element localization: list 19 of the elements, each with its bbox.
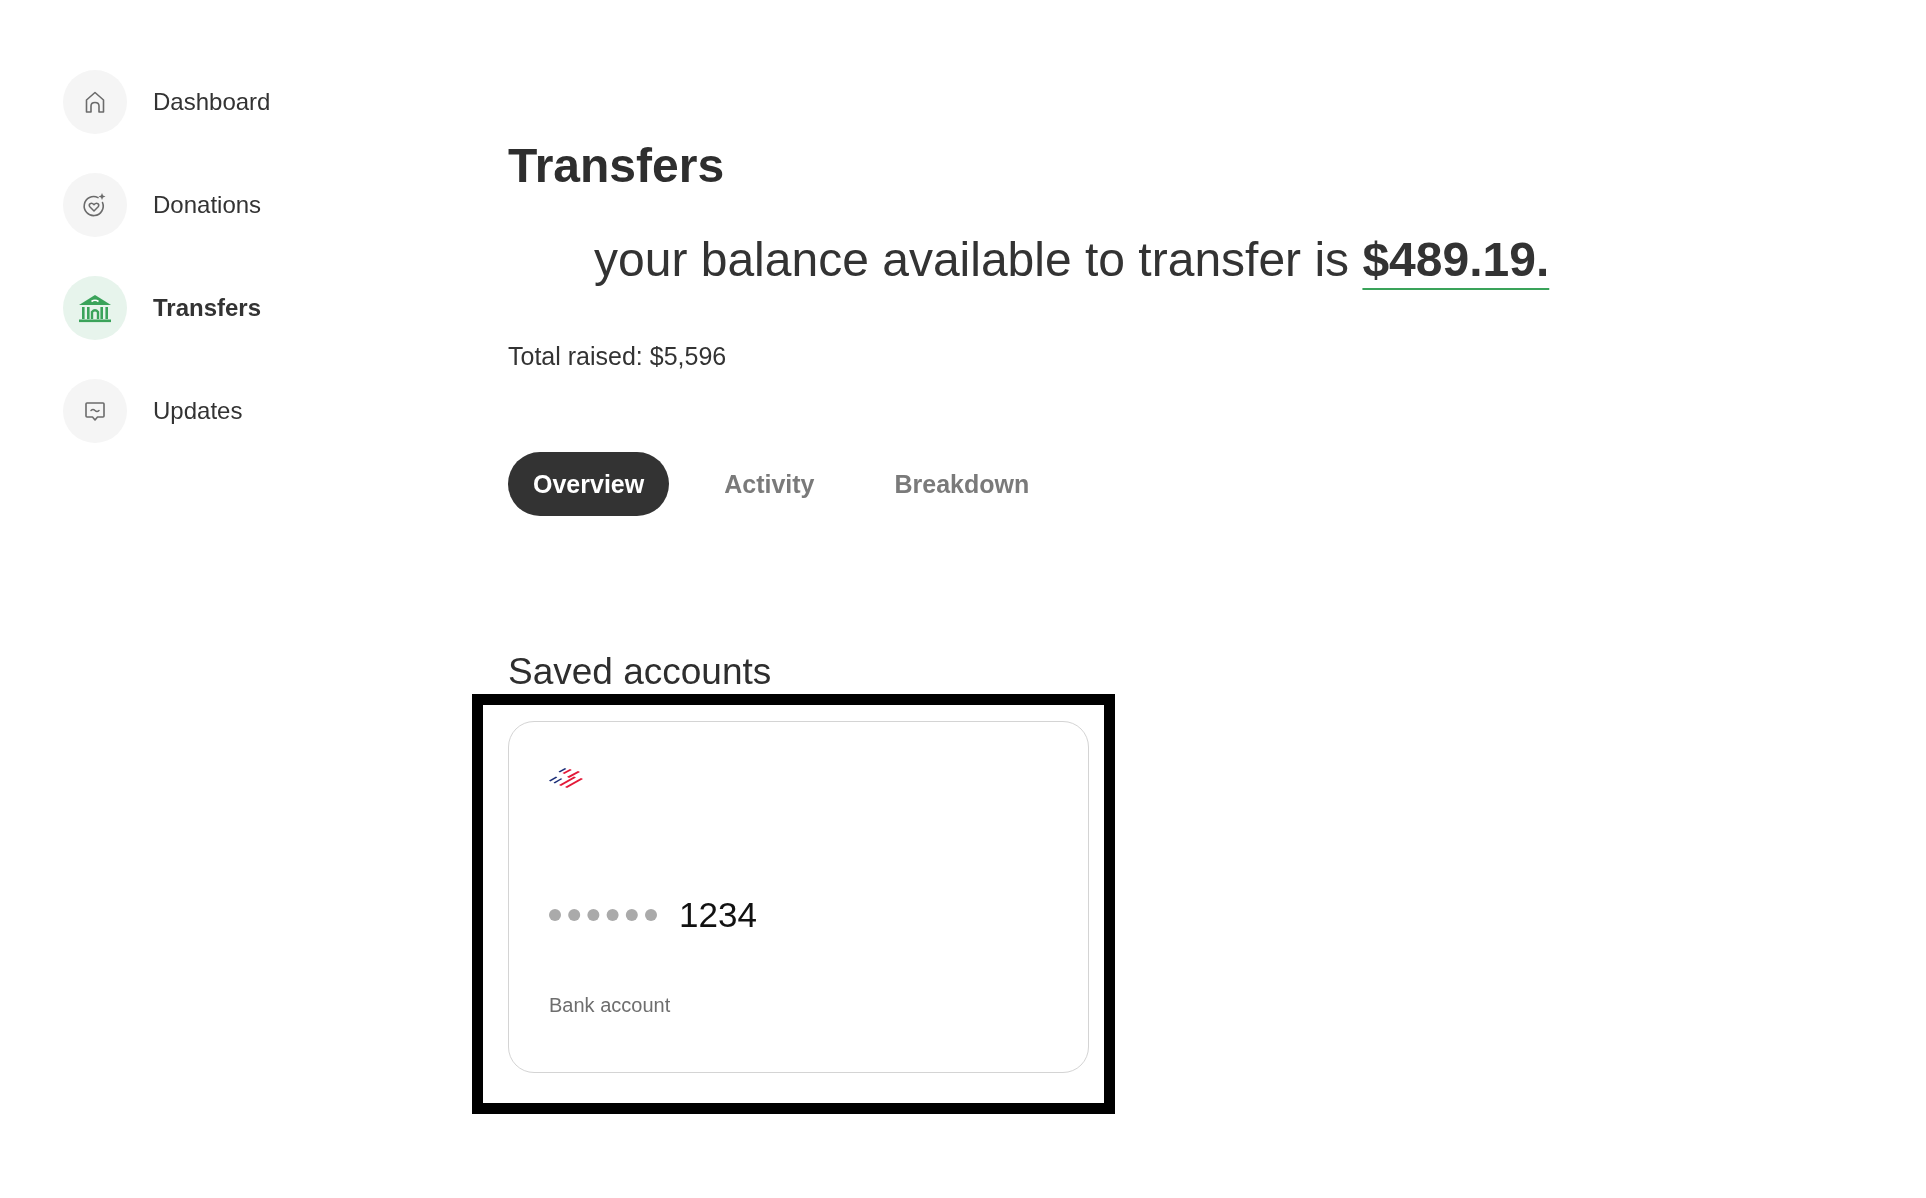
sidebar-item[interactable]: Dashboard (63, 70, 271, 134)
total-raised-text: Total raised: $5,596 (508, 341, 727, 371)
section-heading: Saved accounts (508, 650, 772, 694)
sidebar-item[interactable]: Transfers (63, 276, 262, 340)
bank-icon (63, 276, 127, 340)
tab[interactable]: Activity (699, 452, 840, 516)
balance-text: your balance available to transfer is $489.19. (594, 232, 1550, 288)
sidebar-item[interactable]: Donations (63, 173, 262, 237)
mask-dots-icon (549, 909, 657, 921)
sidebar-item[interactable]: Updates (63, 379, 243, 443)
account-last-digits: 1234 (679, 894, 757, 936)
chat-icon (63, 379, 127, 443)
page-title: Transfers (508, 138, 725, 194)
tab[interactable]: Breakdown (869, 452, 1055, 516)
tab[interactable]: Overview (508, 452, 670, 516)
account-card[interactable]: 1234 Bank account (508, 721, 1089, 1073)
account-type-label: Bank account (549, 993, 671, 1017)
heart-target-icon (63, 173, 127, 237)
home-icon (63, 70, 127, 134)
